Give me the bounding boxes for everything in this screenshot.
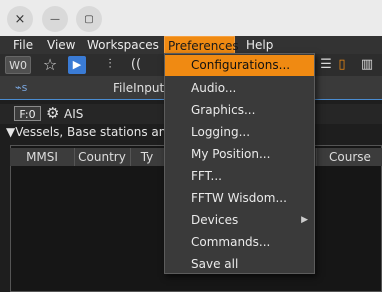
menu-item-my-position[interactable]: My Position... [165, 144, 314, 165]
menubar: File View Workspaces Preferences Help [0, 36, 382, 54]
menu-item-logging[interactable]: Logging... [165, 122, 314, 143]
frame-selector[interactable]: F:0 [14, 106, 41, 121]
list-icon[interactable]: ☰ [318, 56, 334, 74]
tree-node-vessels[interactable]: ▼Vessels, Base stations and [6, 125, 174, 139]
maximize-icon: ▢ [84, 13, 94, 25]
star-icon[interactable]: ☆ [40, 56, 60, 74]
menu-preferences[interactable]: Preferences [164, 36, 239, 54]
preferences-dropdown: Configurations... Audio... Graphics... L… [164, 53, 315, 274]
minimize-window-button[interactable]: — [42, 6, 68, 32]
menu-item-save-all[interactable]: Save all [165, 254, 314, 275]
menu-workspaces[interactable]: Workspaces [84, 36, 162, 54]
minimize-icon: — [50, 13, 60, 25]
maximize-window-button[interactable]: ▢ [76, 6, 102, 32]
col-type[interactable]: Ty [130, 148, 164, 166]
menu-item-graphics[interactable]: Graphics... [165, 100, 314, 121]
panel-icon[interactable]: ▯ [334, 56, 350, 74]
menu-item-devices[interactable]: Devices ▶ [165, 210, 314, 231]
menu-file[interactable]: File [10, 36, 36, 54]
menu-item-commands[interactable]: Commands... [165, 232, 314, 253]
menu-item-devices-label: Devices [191, 213, 239, 227]
play-button[interactable]: ▶ [68, 56, 86, 74]
col-mmsi[interactable]: MMSI [10, 148, 75, 166]
close-window-button[interactable]: × [7, 6, 33, 32]
menu-item-fft[interactable]: FFT... [165, 166, 314, 187]
chevron-right-icon: ▶ [301, 215, 308, 225]
menu-view[interactable]: View [44, 36, 78, 54]
window-titlebar: × — ▢ [0, 0, 382, 36]
tab-icon: ⌁s [15, 81, 28, 94]
menu-item-audio[interactable]: Audio... [165, 78, 314, 99]
menu-item-fftw-wisdom[interactable]: FFTW Wisdom... [165, 188, 314, 209]
col-course[interactable]: Course [316, 148, 382, 166]
close-icon: × [14, 11, 26, 27]
menu-help[interactable]: Help [243, 36, 276, 54]
menu-item-configurations[interactable]: Configurations... [165, 55, 314, 76]
signal-icon[interactable]: (( [126, 56, 146, 74]
sidebar-icon[interactable]: ▥ [358, 56, 376, 74]
tab-fileinput[interactable]: FileInput [113, 81, 164, 95]
col-country[interactable]: Country [74, 148, 131, 166]
play-icon: ▶ [72, 58, 82, 71]
workspace-selector[interactable]: W0 [5, 56, 31, 74]
gear-icon[interactable]: ⚙ [46, 104, 59, 122]
antenna-icon[interactable]: ⫶ [100, 56, 120, 74]
panel-title: AIS [64, 107, 84, 121]
